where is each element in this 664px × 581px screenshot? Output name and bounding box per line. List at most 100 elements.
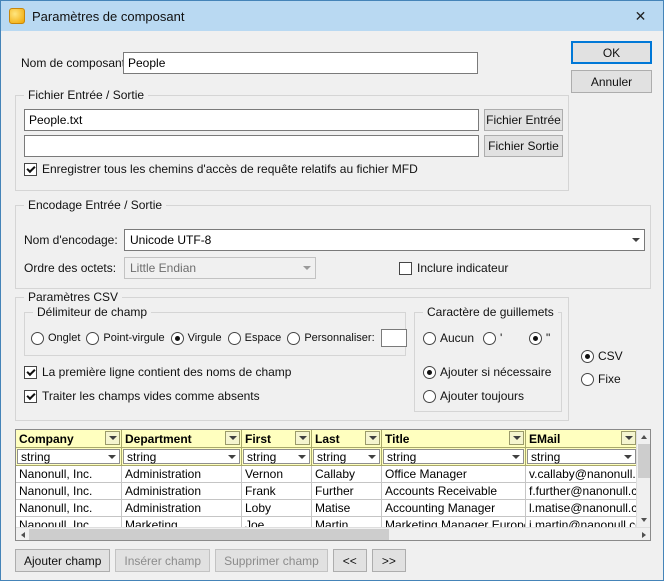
dropdown-arrow-icon[interactable] xyxy=(105,431,120,445)
column-header-label: First xyxy=(245,432,271,446)
type-cell[interactable]: string xyxy=(312,448,382,466)
grid-cell[interactable]: Nanonull, Inc. xyxy=(16,500,122,517)
type-value: string xyxy=(314,450,364,464)
table-row: Nanonull, Inc. Administration Vernon Cal… xyxy=(16,466,636,483)
delimiter-space-label: Espace xyxy=(245,332,282,344)
dropdown-arrow-icon[interactable] xyxy=(104,450,119,463)
column-header-label: Company xyxy=(19,432,74,446)
output-file-field[interactable] xyxy=(24,135,479,157)
delimiter-semicolon-radio[interactable]: Point-virgule xyxy=(86,332,164,345)
dropdown-arrow-icon[interactable] xyxy=(620,450,635,463)
column-header[interactable]: Title xyxy=(382,430,526,448)
vertical-scroll-thumb[interactable] xyxy=(638,444,650,478)
column-header[interactable]: Company xyxy=(16,430,122,448)
grid-cell[interactable]: Joe xyxy=(242,517,312,527)
output-file-button[interactable]: Fichier Sortie xyxy=(484,135,563,157)
grid-cell[interactable]: v.callaby@nanonull.com xyxy=(526,466,636,483)
dropdown-arrow-icon[interactable] xyxy=(365,431,380,445)
titlebar[interactable]: Paramètres de composant ✕ xyxy=(1,1,663,31)
grid-cell[interactable]: Nanonull, Inc. xyxy=(16,466,122,483)
column-header[interactable]: Last xyxy=(312,430,382,448)
column-header-row: Company Department First Last Title EMai… xyxy=(16,430,636,448)
quote-double-radio[interactable]: " xyxy=(529,331,550,345)
grid-cell[interactable]: Nanonull, Inc. xyxy=(16,517,122,527)
grid-cell[interactable]: Office Manager xyxy=(382,466,526,483)
ok-button[interactable]: OK xyxy=(571,41,652,64)
delimiter-space-radio[interactable]: Espace xyxy=(228,332,282,345)
grid-cell[interactable]: f.further@nanonull.com xyxy=(526,483,636,500)
first-row-names-checkbox[interactable]: La première ligne contient des noms de c… xyxy=(24,365,291,379)
move-left-button[interactable]: << xyxy=(333,549,367,572)
add-field-button[interactable]: Ajouter champ xyxy=(15,549,110,572)
close-icon: ✕ xyxy=(635,8,647,25)
quote-single-radio[interactable]: ' xyxy=(483,331,502,345)
column-header[interactable]: EMail xyxy=(526,430,636,448)
quote-add-if-needed-radio[interactable]: Ajouter si nécessaire xyxy=(423,365,551,379)
delimiter-custom-input[interactable] xyxy=(381,329,407,347)
relative-paths-checkbox[interactable]: Enregistrer tous les chemins d'accès de … xyxy=(24,162,418,176)
quote-none-radio[interactable]: Aucun xyxy=(423,331,474,345)
delimiter-tab-radio[interactable]: Onglet xyxy=(31,332,80,345)
grid-cell[interactable]: Callaby xyxy=(312,466,382,483)
horizontal-scroll-thumb[interactable] xyxy=(29,529,389,540)
type-value: string xyxy=(528,450,620,464)
component-name-input[interactable] xyxy=(123,52,478,74)
column-header[interactable]: First xyxy=(242,430,312,448)
horizontal-scrollbar[interactable] xyxy=(16,527,650,540)
radio-icon xyxy=(86,332,99,345)
close-button[interactable]: ✕ xyxy=(618,1,663,31)
grid-cell[interactable]: Nanonull, Inc. xyxy=(16,483,122,500)
dropdown-arrow-icon[interactable] xyxy=(509,431,524,445)
scroll-right-icon[interactable] xyxy=(637,528,650,541)
byte-order-mark-checkbox[interactable]: Inclure indicateur xyxy=(399,261,508,275)
grid-cell[interactable]: Martin xyxy=(312,517,382,527)
encoding-name-select[interactable]: Unicode UTF-8 xyxy=(124,229,645,251)
grid-cell[interactable]: Administration xyxy=(122,500,242,517)
dialog-body: OK Annuler Nom de composant: Fichier Ent… xyxy=(1,31,663,580)
grid-cell[interactable]: Marketing Manager Europe xyxy=(382,517,526,527)
dropdown-arrow-icon[interactable] xyxy=(225,431,240,445)
scroll-up-icon[interactable] xyxy=(637,430,651,444)
radio-icon xyxy=(581,373,594,386)
move-right-button[interactable]: >> xyxy=(372,549,406,572)
type-cell[interactable]: string xyxy=(242,448,312,466)
scroll-left-icon[interactable] xyxy=(16,528,29,541)
grid-cell[interactable]: Accounts Receivable xyxy=(382,483,526,500)
grid-cell[interactable]: Vernon xyxy=(242,466,312,483)
grid-cell[interactable]: Matise xyxy=(312,500,382,517)
grid-cell[interactable]: j.martin@nanonull.com xyxy=(526,517,636,527)
delimiter-custom-radio[interactable]: Personnaliser: xyxy=(287,332,374,345)
type-cell[interactable]: string xyxy=(526,448,636,466)
grid-cell[interactable]: Administration xyxy=(122,466,242,483)
grid-cell[interactable]: Loby xyxy=(242,500,312,517)
grid-cell[interactable]: Further xyxy=(312,483,382,500)
input-file-field[interactable] xyxy=(24,109,479,131)
type-value: string xyxy=(384,450,508,464)
type-cell[interactable]: string xyxy=(122,448,242,466)
format-fixed-radio[interactable]: Fixe xyxy=(581,372,621,386)
grid-cell[interactable]: l.matise@nanonull.com xyxy=(526,500,636,517)
format-csv-radio[interactable]: CSV xyxy=(581,349,623,363)
grid-cell[interactable]: Administration xyxy=(122,483,242,500)
quote-add-always-radio[interactable]: Ajouter toujours xyxy=(423,389,524,403)
input-file-button[interactable]: Fichier Entrée xyxy=(484,109,563,131)
dropdown-arrow-icon[interactable] xyxy=(508,450,523,463)
dropdown-arrow-icon[interactable] xyxy=(295,431,310,445)
empty-fields-checkbox[interactable]: Traiter les champs vides comme absents xyxy=(24,389,260,403)
delimiter-comma-radio[interactable]: Virgule xyxy=(171,332,222,345)
grid-cell[interactable]: Accounting Manager xyxy=(382,500,526,517)
vertical-scrollbar[interactable] xyxy=(636,430,650,527)
column-header[interactable]: Department xyxy=(122,430,242,448)
grid-cell[interactable]: Marketing xyxy=(122,517,242,527)
dropdown-arrow-icon[interactable] xyxy=(621,431,636,445)
cancel-button[interactable]: Annuler xyxy=(571,70,652,93)
type-cell[interactable]: string xyxy=(382,448,526,466)
dropdown-arrow-icon[interactable] xyxy=(364,450,379,463)
radio-selected-icon xyxy=(423,366,436,379)
grid-cell[interactable]: Frank xyxy=(242,483,312,500)
scroll-down-icon[interactable] xyxy=(637,513,651,527)
field-actions: Ajouter champ Insérer champ Supprimer ch… xyxy=(15,549,406,572)
type-cell[interactable]: string xyxy=(16,448,122,466)
dropdown-arrow-icon[interactable] xyxy=(224,450,239,463)
dropdown-arrow-icon[interactable] xyxy=(294,450,309,463)
